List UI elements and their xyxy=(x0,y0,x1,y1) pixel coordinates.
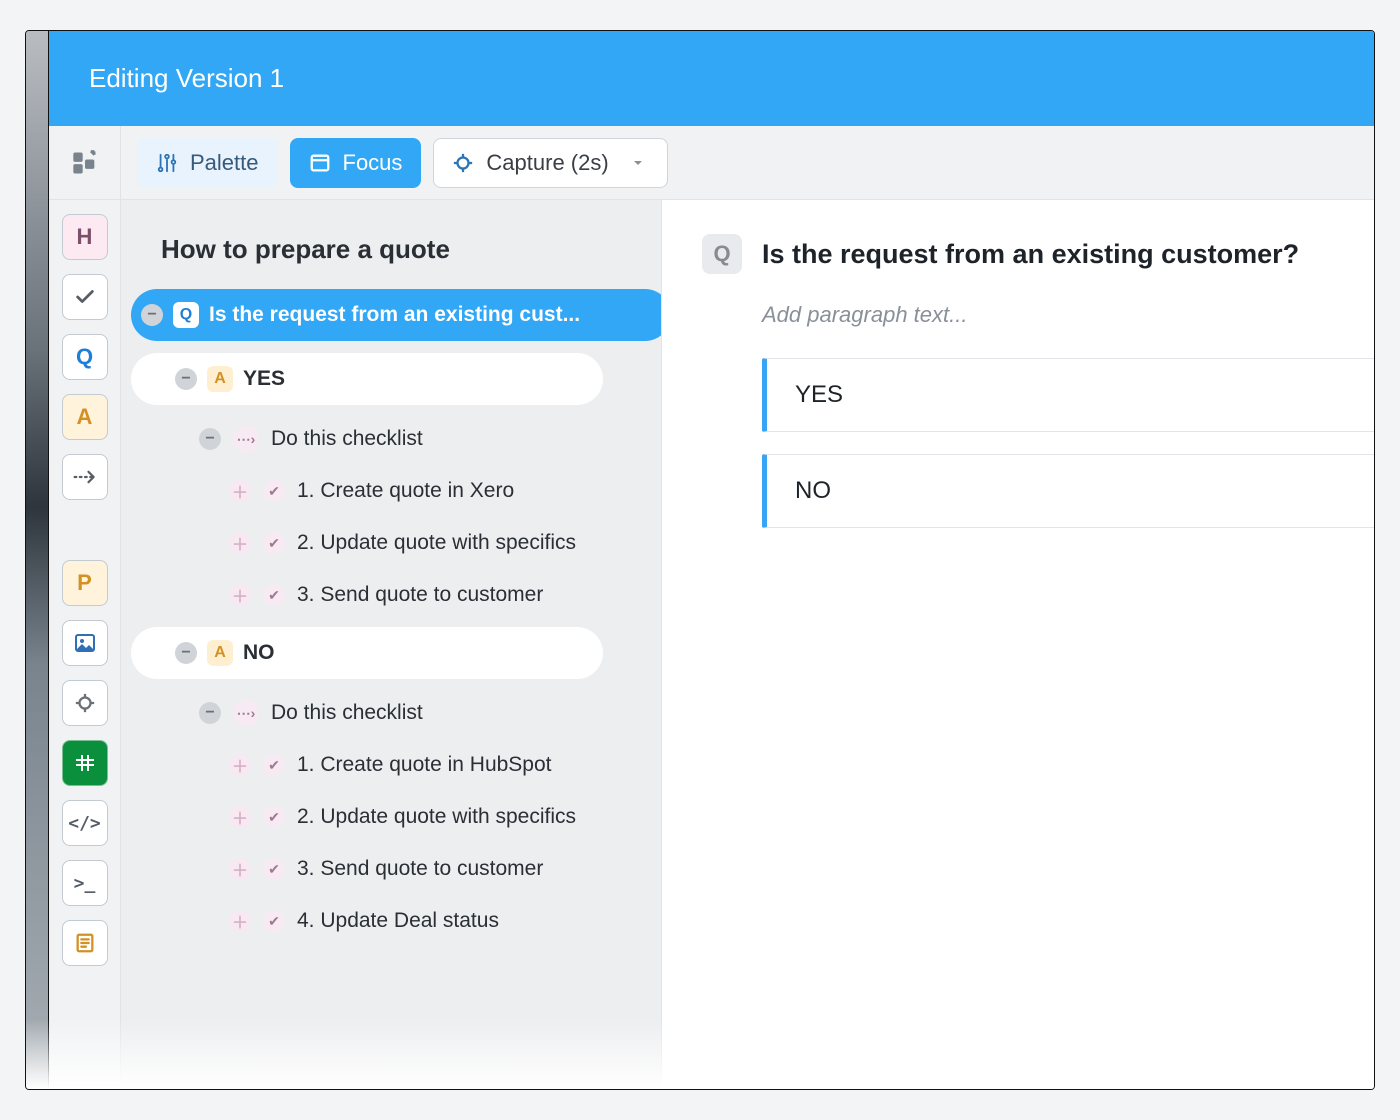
capture-button[interactable]: Capture (2s) xyxy=(433,138,667,188)
check-icon: ✔ xyxy=(263,806,285,828)
outline-item-label: 3. Send quote to customer xyxy=(297,857,543,881)
check-icon: ✔ xyxy=(263,480,285,502)
outline-answer-label: YES xyxy=(243,367,285,391)
collapse-icon[interactable]: − xyxy=(141,304,163,326)
answer-option-yes[interactable]: YES xyxy=(762,358,1374,432)
element-rail: H Q A P </> xyxy=(49,200,121,1089)
page-title: Editing Version 1 xyxy=(89,63,284,94)
rail-capture[interactable] xyxy=(62,680,108,726)
question-title[interactable]: Is the request from an existing customer… xyxy=(762,239,1299,270)
add-icon[interactable]: ＋ xyxy=(229,754,251,776)
outline-subprocess[interactable]: − ⋯› Do this checklist xyxy=(121,691,661,735)
rail-table[interactable] xyxy=(62,740,108,786)
layout-icon xyxy=(309,152,331,174)
outline-check-item[interactable]: ＋ ✔ 3. Send quote to customer xyxy=(121,573,661,617)
focus-button[interactable]: Focus xyxy=(290,138,422,188)
outline-question-label: Is the request from an existing cust... xyxy=(209,303,580,327)
rail-code[interactable]: </> xyxy=(62,800,108,846)
sliders-icon xyxy=(156,152,178,174)
add-icon[interactable]: ＋ xyxy=(229,584,251,606)
check-icon: ✔ xyxy=(263,584,285,606)
outline-title: How to prepare a quote xyxy=(121,200,661,289)
subprocess-icon: ⋯› xyxy=(233,700,259,726)
outline-check-item[interactable]: ＋ ✔ 4. Update Deal status xyxy=(121,899,661,943)
decorative-edge xyxy=(26,31,48,1089)
add-icon[interactable]: ＋ xyxy=(229,532,251,554)
rail-image[interactable] xyxy=(62,620,108,666)
subprocess-icon: ⋯› xyxy=(233,426,259,452)
add-icon[interactable]: ＋ xyxy=(229,806,251,828)
rail-heading[interactable]: H xyxy=(62,214,108,260)
dashboard-icon[interactable] xyxy=(71,149,99,177)
focus-label: Focus xyxy=(343,150,403,176)
rail-answer[interactable]: A xyxy=(62,394,108,440)
check-icon: ✔ xyxy=(263,858,285,880)
outline-subprocess[interactable]: − ⋯› Do this checklist xyxy=(121,417,661,461)
chevron-down-icon xyxy=(627,152,649,174)
outline-check-item[interactable]: ＋ ✔ 2. Update quote with specifics xyxy=(121,795,661,839)
rail-doc[interactable] xyxy=(62,920,108,966)
palette-label: Palette xyxy=(190,150,259,176)
check-icon: ✔ xyxy=(263,910,285,932)
page-header: Editing Version 1 xyxy=(49,31,1374,126)
outline-check-item[interactable]: ＋ ✔ 1. Create quote in Xero xyxy=(121,469,661,513)
check-icon: ✔ xyxy=(263,532,285,554)
outline-check-item[interactable]: ＋ ✔ 1. Create quote in HubSpot xyxy=(121,743,661,787)
answer-option-no[interactable]: NO xyxy=(762,454,1374,528)
outline-check-item[interactable]: ＋ ✔ 2. Update quote with specifics xyxy=(121,521,661,565)
add-icon[interactable]: ＋ xyxy=(229,910,251,932)
capture-icon xyxy=(452,152,474,174)
add-icon[interactable]: ＋ xyxy=(229,480,251,502)
check-icon: ✔ xyxy=(263,754,285,776)
collapse-icon[interactable]: − xyxy=(175,642,197,664)
question-badge-icon: Q xyxy=(702,234,742,274)
outline-subprocess-label: Do this checklist xyxy=(271,701,423,725)
outline-question-selected[interactable]: − Q Is the request from an existing cust… xyxy=(131,289,661,341)
detail-panel: Q Is the request from an existing custom… xyxy=(661,200,1374,1089)
toolbar: Palette Focus Capture (2s) xyxy=(49,126,1374,200)
outline-check-item[interactable]: ＋ ✔ 3. Send quote to customer xyxy=(121,847,661,891)
outline-item-label: 1. Create quote in HubSpot xyxy=(297,753,552,777)
paragraph-placeholder[interactable]: Add paragraph text... xyxy=(762,302,1374,328)
collapse-icon[interactable]: − xyxy=(199,428,221,450)
outline-panel: How to prepare a quote − Q Is the reques… xyxy=(121,200,661,1089)
rail-subprocess[interactable] xyxy=(62,454,108,500)
outline-answer-no[interactable]: − A NO xyxy=(131,627,603,679)
capture-label: Capture (2s) xyxy=(486,150,608,176)
rail-question[interactable]: Q xyxy=(62,334,108,380)
outline-subprocess-label: Do this checklist xyxy=(271,427,423,451)
collapse-icon[interactable]: − xyxy=(199,702,221,724)
outline-answer-yes[interactable]: − A YES xyxy=(131,353,603,405)
rail-process[interactable]: P xyxy=(62,560,108,606)
rail-check[interactable] xyxy=(62,274,108,320)
outline-item-label: 2. Update quote with specifics xyxy=(297,805,576,829)
outline-item-label: 4. Update Deal status xyxy=(297,909,499,933)
question-badge-icon: Q xyxy=(173,302,199,328)
palette-button[interactable]: Palette xyxy=(137,138,278,188)
rail-terminal[interactable]: >_ xyxy=(62,860,108,906)
answer-badge-icon: A xyxy=(207,640,233,666)
collapse-icon[interactable]: − xyxy=(175,368,197,390)
outline-item-label: 3. Send quote to customer xyxy=(297,583,543,607)
answer-badge-icon: A xyxy=(207,366,233,392)
add-icon[interactable]: ＋ xyxy=(229,858,251,880)
outline-answer-label: NO xyxy=(243,641,275,665)
outline-item-label: 1. Create quote in Xero xyxy=(297,479,514,503)
outline-item-label: 2. Update quote with specifics xyxy=(297,531,576,555)
